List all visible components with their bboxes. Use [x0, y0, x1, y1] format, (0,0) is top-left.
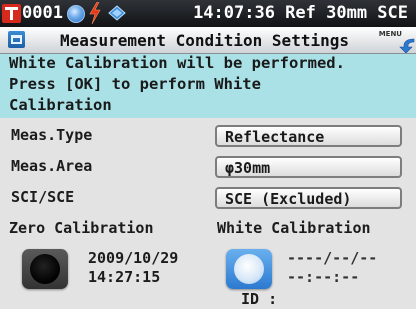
sci-sce-value: SCE (Excluded)	[225, 190, 352, 208]
page-title: Measurement Condition Settings	[60, 31, 349, 50]
screen-icon	[8, 31, 25, 48]
lens-icon	[67, 5, 85, 23]
message-line-3: Calibration	[9, 96, 112, 114]
meas-type-value: Reflectance	[225, 128, 325, 146]
target-icon	[2, 4, 21, 23]
meas-area-value: φ30mm	[225, 159, 271, 177]
zero-calibration-heading: Zero Calibration	[9, 219, 154, 237]
instruction-message: White Calibration will be performed. Pre…	[0, 54, 416, 118]
message-line-2: Press [OK] to perform White	[9, 75, 261, 93]
sample-number: 0001	[22, 3, 63, 23]
meas-area-label: Meas.Area	[11, 157, 93, 175]
back-arrow-icon[interactable]	[399, 37, 416, 53]
meas-area-select[interactable]: φ30mm	[215, 156, 402, 178]
bolt-icon	[89, 2, 101, 24]
sci-sce-label: SCI/SCE	[11, 188, 75, 206]
zero-calibration-time: 14:27:15	[88, 268, 161, 286]
status-bar: 0001 14:07:36 Ref 30mm SCE	[0, 0, 416, 27]
title-bar: Measurement Condition Settings MENU	[0, 27, 416, 54]
measurement-condition-screen: 0001 14:07:36 Ref 30mm SCE Measurement C…	[0, 0, 416, 309]
zero-calibration-date: 2009/10/29	[88, 249, 179, 267]
white-calibration-id: ID :	[241, 290, 278, 308]
diamond-icon	[108, 5, 126, 21]
white-calibration-time: --:--:--	[287, 268, 360, 286]
meas-type-label: Meas.Type	[11, 126, 93, 144]
sci-sce-select[interactable]: SCE (Excluded)	[215, 187, 402, 209]
white-calibration-button[interactable]	[226, 249, 272, 289]
message-line-1: White Calibration will be performed.	[9, 54, 345, 72]
white-calibration-date: ----/--/--	[287, 249, 378, 267]
meas-type-select[interactable]: Reflectance	[215, 125, 402, 147]
zero-calibration-button[interactable]	[22, 249, 68, 289]
white-calibration-heading: White Calibration	[217, 219, 371, 237]
time-and-reference: 14:07:36 Ref 30mm SCE	[193, 3, 408, 23]
